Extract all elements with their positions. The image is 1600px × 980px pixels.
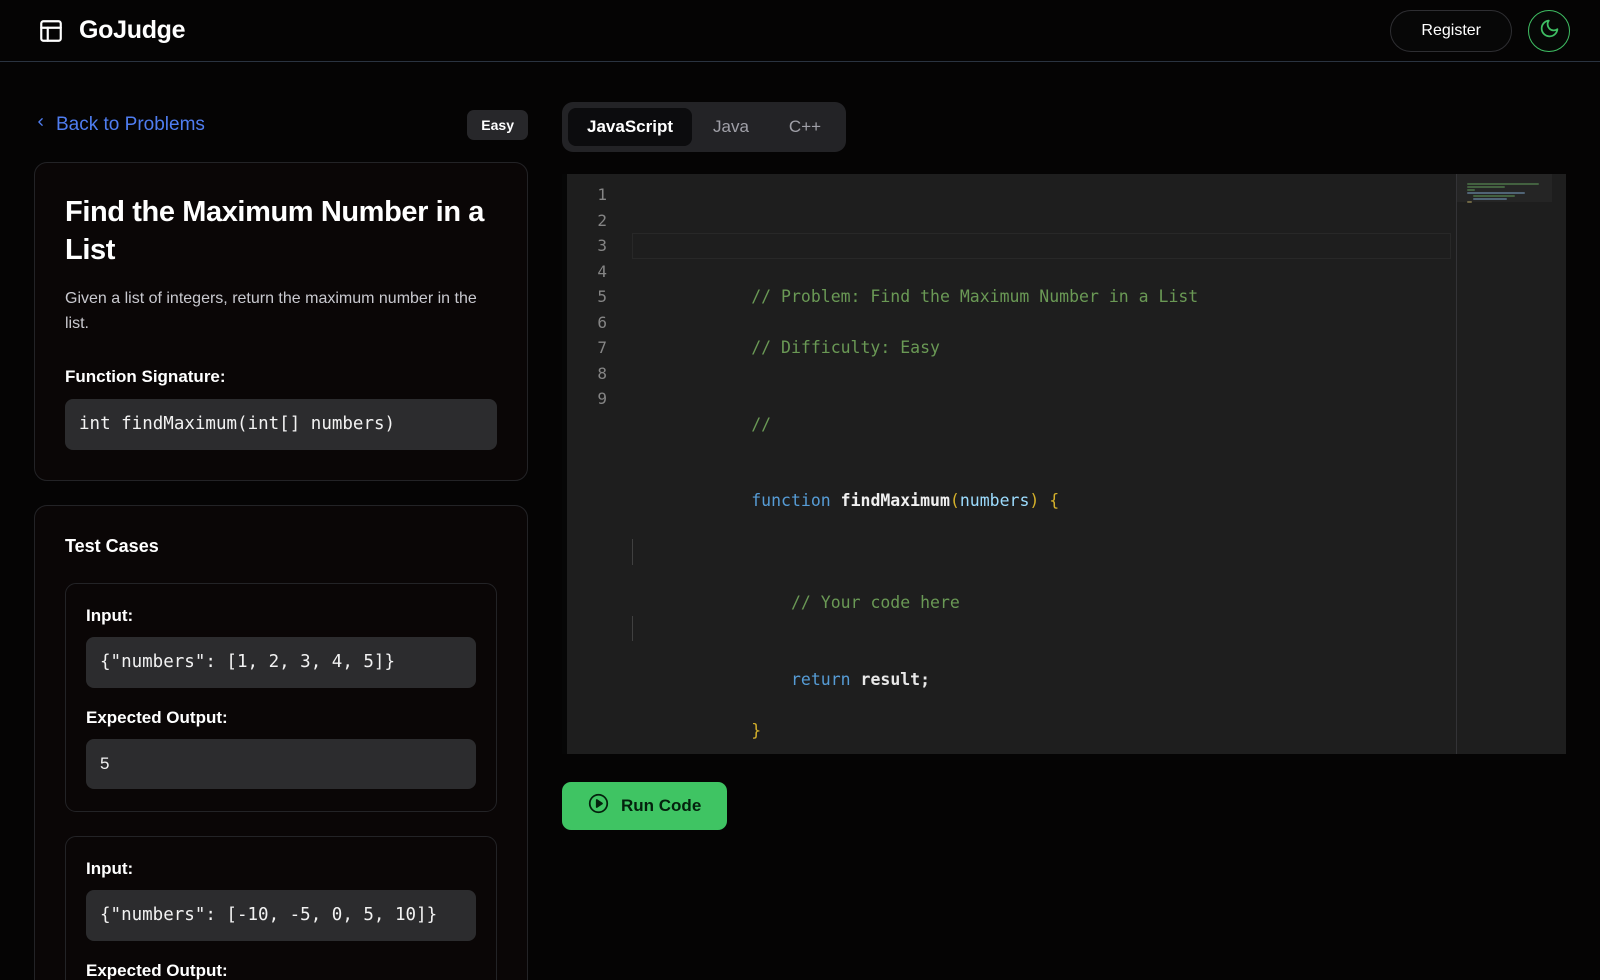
header-actions: Register (1390, 9, 1570, 52)
code-token-comment: // Your code here (790, 593, 960, 612)
code-line-4: function findMaximum(numbers) { (632, 463, 1566, 510)
code-line-2: // Difficulty: Easy (632, 310, 1566, 357)
code-token-comment: // (751, 414, 772, 434)
page-body: Back to Problems Easy Find the Maximum N… (0, 62, 1600, 980)
code-token-param: numbers (959, 491, 1030, 510)
input-label: Input: (86, 605, 134, 625)
expected-output-label: Expected Output: (86, 961, 228, 980)
code-token-keyword: return (790, 669, 851, 689)
tab-java[interactable]: Java (694, 108, 768, 146)
tab-javascript[interactable]: JavaScript (568, 108, 692, 146)
code-editor[interactable]: 1 2 3 4 5 6 7 8 9 // Problem: Find the M… (562, 174, 1566, 754)
test-case-input: {"numbers": [-10, -5, 0, 5, 10]} (86, 890, 476, 942)
test-case-expected: 5 (86, 738, 476, 790)
run-code-button[interactable]: Run Code (562, 782, 728, 830)
code-content[interactable]: // Problem: Find the Maximum Number in a… (621, 174, 1566, 754)
code-line-5: // Your code here (632, 539, 1566, 612)
problem-description: Given a list of integers, return the max… (65, 289, 477, 333)
line-number-gutter: 1 2 3 4 5 6 7 8 9 (567, 174, 621, 754)
code-line-3: // (632, 386, 1566, 434)
code-token-comment: // Problem: Find the Maximum Number in a… (751, 287, 1199, 306)
back-to-problems-label: Back to Problems (56, 114, 205, 135)
test-case-item: Input: {"numbers": [-10, -5, 0, 5, 10]} … (65, 836, 497, 980)
input-label: Input: (86, 859, 134, 879)
code-line-6: return result; (632, 615, 1566, 689)
editor-panel: JavaScript Java C++ 1 2 3 4 5 6 7 8 9 //… (528, 62, 1600, 830)
current-line-highlight (632, 233, 1451, 259)
line-number: 6 (597, 312, 607, 332)
brand: GoJudge (38, 16, 186, 45)
code-token-function-name: findMaximum (840, 491, 950, 510)
problem-header-row: Back to Problems Easy (34, 110, 528, 140)
chevron-left-icon (34, 113, 47, 137)
code-token-identifier: result; (860, 669, 931, 689)
brand-name: GoJudge (79, 16, 186, 44)
code-token-paren-close: ) (1029, 491, 1040, 510)
line-number: 5 (597, 287, 607, 306)
test-cases-card: Test Cases Input: {"numbers": [1, 2, 3, … (34, 504, 528, 980)
moon-icon (1539, 18, 1560, 44)
register-button[interactable]: Register (1390, 9, 1512, 52)
theme-toggle-button[interactable] (1528, 9, 1570, 52)
run-code-label: Run Code (621, 796, 702, 815)
play-circle-icon (588, 793, 609, 819)
editor-scrollbar[interactable] (1552, 174, 1566, 754)
minimap-slider[interactable] (1457, 174, 1566, 202)
test-case-item: Input: {"numbers": [1, 2, 3, 4, 5]} Expe… (65, 582, 497, 813)
code-token-keyword: function (751, 491, 831, 510)
line-number: 9 (597, 389, 607, 408)
page-title: Find the Maximum Number in a List (65, 196, 485, 267)
layout-panel-icon (38, 18, 64, 44)
difficulty-badge: Easy (467, 110, 528, 140)
back-to-problems-link[interactable]: Back to Problems (34, 113, 205, 137)
line-number: 8 (597, 363, 607, 383)
function-signature-value: int findMaximum(int[] numbers) (65, 398, 497, 450)
problem-panel: Back to Problems Easy Find the Maximum N… (0, 62, 528, 980)
code-token-comment: // Difficulty: Easy (751, 338, 940, 357)
code-token-paren-open: ( (949, 491, 960, 510)
expected-output-label: Expected Output: (86, 707, 228, 727)
line-number: 3 (597, 236, 607, 255)
problem-card: Find the Maximum Number in a List Given … (34, 162, 528, 481)
test-cases-title: Test Cases (65, 535, 159, 556)
tab-cpp[interactable]: C++ (770, 108, 840, 146)
app-header: GoJudge Register (0, 0, 1600, 62)
editor-minimap[interactable] (1456, 174, 1566, 754)
code-line-7: } (632, 692, 1566, 740)
line-number: 4 (597, 261, 607, 281)
line-number: 2 (597, 210, 607, 230)
code-token-brace-open: { (1049, 491, 1060, 510)
indent-guide (632, 615, 633, 641)
indent-guide (632, 539, 633, 565)
test-case-input: {"numbers": [1, 2, 3, 4, 5]} (86, 636, 476, 688)
line-number: 1 (597, 185, 607, 204)
function-signature-label: Function Signature: (65, 366, 226, 386)
line-number: 7 (597, 338, 607, 357)
code-token-brace-close: } (751, 720, 762, 740)
code-line-1: // Problem: Find the Maximum Number in a… (632, 233, 1566, 306)
language-tabs: JavaScript Java C++ (562, 102, 847, 152)
